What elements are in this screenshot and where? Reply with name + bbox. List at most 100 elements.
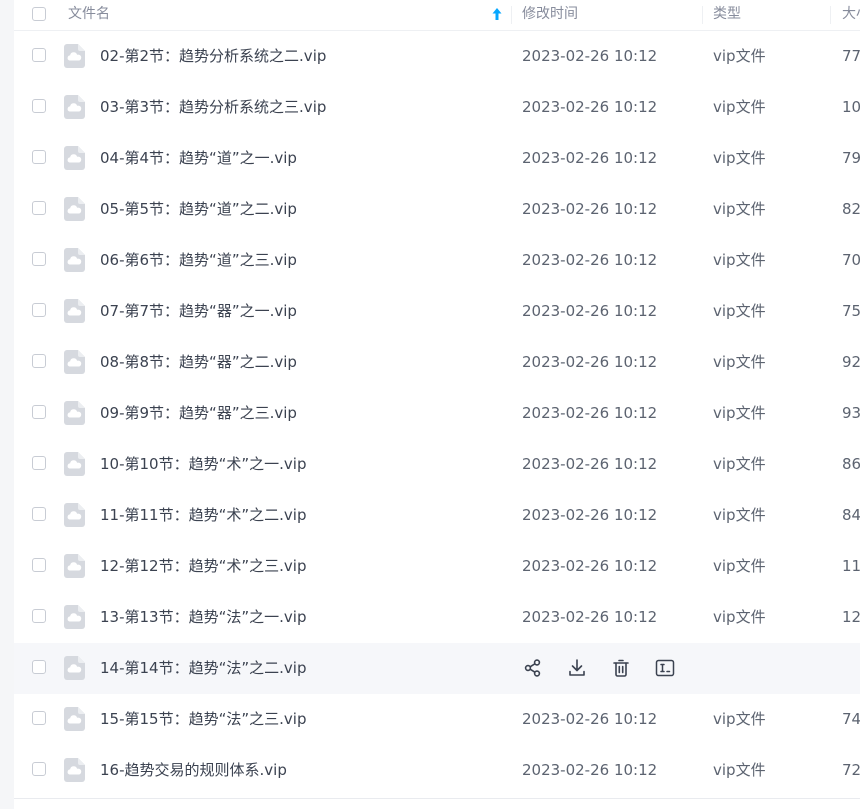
file-icon [64,401,85,425]
file-modified-time: 2023-02-26 10:12 [522,200,658,218]
column-divider[interactable] [702,6,703,24]
file-type: vip文件 [713,608,766,626]
download-icon[interactable] [566,657,588,679]
file-modified-time: 2023-02-26 10:12 [522,761,658,779]
file-type: vip文件 [713,761,766,779]
table-row[interactable]: 03-第3节：趋势分析系统之三.vip 2023-02-26 10:12 vip文件… [14,82,860,133]
row-checkbox[interactable] [32,99,46,113]
file-size: 92 [842,353,860,371]
delete-icon[interactable] [610,657,632,679]
file-rows: 02-第2节：趋势分析系统之二.vip 2023-02-26 10:12 vip文件… [14,31,860,796]
row-checkbox[interactable] [32,609,46,623]
file-name[interactable]: 06-第6节：趋势“道”之三.vip [100,235,297,286]
table-row[interactable]: 13-第13节：趋势“法”之一.vip 2023-02-26 10:12 vip文件… [14,592,860,643]
column-header-type[interactable]: 类型 [713,0,823,30]
table-row[interactable]: 07-第7节：趋势“器”之一.vip 2023-02-26 10:12 vip文件 7… [14,286,860,337]
file-name[interactable]: 14-第14节：趋势“法”之二.vip [100,643,306,694]
table-row[interactable]: 06-第6节：趋势“道”之三.vip 2023-02-26 10:12 vip文件 7… [14,235,860,286]
file-type: vip文件 [713,404,766,422]
file-icon [64,554,85,578]
row-checkbox[interactable] [32,354,46,368]
column-header-time-label: 修改时间 [522,6,578,22]
file-modified-time: 2023-02-26 10:12 [522,506,658,524]
file-name[interactable]: 07-第7节：趋势“器”之一.vip [100,286,297,337]
row-checkbox[interactable] [32,456,46,470]
column-header-name[interactable]: 文件名 [68,0,488,30]
sort-ascending-icon[interactable] [491,7,503,21]
file-type: vip文件 [713,353,766,371]
row-checkbox[interactable] [32,711,46,725]
table-row[interactable]: 08-第8节：趋势“器”之二.vip 2023-02-26 10:12 vip文件 9… [14,337,860,388]
file-name[interactable]: 13-第13节：趋势“法”之一.vip [100,592,306,643]
file-icon [64,656,85,680]
table-row[interactable]: 05-第5节：趋势“道”之二.vip 2023-02-26 10:12 vip文件 8… [14,184,860,235]
row-checkbox[interactable] [32,762,46,776]
file-type: vip文件 [713,149,766,167]
column-header-type-label: 类型 [713,6,741,22]
file-size: 74 [842,710,860,728]
file-icon [64,503,85,527]
column-divider[interactable] [830,6,831,24]
file-name[interactable]: 03-第3节：趋势分析系统之三.vip [100,82,326,133]
file-icon [64,707,85,731]
table-row[interactable]: 11-第11节：趋势“术”之二.vip 2023-02-26 10:12 vip文件… [14,490,860,541]
file-type: vip文件 [713,302,766,320]
file-list: 文件名 修改时间 类型 大小 02-第2节：趋势分析系统之二.vip 2023-0… [14,0,860,796]
row-checkbox[interactable] [32,150,46,164]
file-size: 82 [842,200,860,218]
row-checkbox[interactable] [32,252,46,266]
file-modified-time: 2023-02-26 10:12 [522,608,658,626]
list-bottom-border [14,798,860,799]
rename-icon[interactable] [654,657,676,679]
file-size: 77 [842,47,860,65]
file-size: 75 [842,302,860,320]
file-name[interactable]: 02-第2节：趋势分析系统之二.vip [100,31,326,82]
file-size: 10 [842,98,860,116]
file-modified-time: 2023-02-26 10:12 [522,557,658,575]
row-checkbox[interactable] [32,48,46,62]
row-checkbox[interactable] [32,507,46,521]
table-row[interactable]: 12-第12节：趋势“术”之三.vip 2023-02-26 10:12 vip文件… [14,541,860,592]
table-row[interactable]: 15-第15节：趋势“法”之三.vip 2023-02-26 10:12 vip文件… [14,694,860,745]
table-row[interactable]: 16-趋势交易的规则体系.vip 2023-02-26 10:12 vip文件 72 [14,745,860,796]
file-icon [64,146,85,170]
table-row[interactable]: 14-第14节：趋势“法”之二.vip [14,643,860,694]
select-all-checkbox[interactable] [32,7,46,21]
table-row[interactable]: 09-第9节：趋势“器”之三.vip 2023-02-26 10:12 vip文件 9… [14,388,860,439]
file-icon [64,350,85,374]
table-row[interactable]: 10-第10节：趋势“术”之一.vip 2023-02-26 10:12 vip文件… [14,439,860,490]
file-name[interactable]: 08-第8节：趋势“器”之二.vip [100,337,297,388]
row-checkbox[interactable] [32,660,46,674]
column-header-size[interactable]: 大小 [842,0,860,30]
file-type: vip文件 [713,47,766,65]
file-name[interactable]: 09-第9节：趋势“器”之三.vip [100,388,297,439]
file-type: vip文件 [713,251,766,269]
table-row[interactable]: 04-第4节：趋势“道”之一.vip 2023-02-26 10:12 vip文件 7… [14,133,860,184]
column-header-time[interactable]: 修改时间 [522,0,702,30]
row-checkbox[interactable] [32,558,46,572]
file-modified-time: 2023-02-26 10:12 [522,302,658,320]
file-name[interactable]: 10-第10节：趋势“术”之一.vip [100,439,306,490]
file-name[interactable]: 12-第12节：趋势“术”之三.vip [100,541,306,592]
file-icon [64,95,85,119]
left-panel-edge [0,0,14,809]
file-name[interactable]: 11-第11节：趋势“术”之二.vip [100,490,306,541]
row-checkbox[interactable] [32,405,46,419]
file-icon [64,197,85,221]
file-name[interactable]: 16-趋势交易的规则体系.vip [100,745,287,796]
file-size: 70 [842,251,860,269]
file-icon [64,452,85,476]
row-checkbox[interactable] [32,303,46,317]
file-name[interactable]: 05-第5节：趋势“道”之二.vip [100,184,297,235]
file-size: 93 [842,404,860,422]
file-type: vip文件 [713,98,766,116]
row-checkbox[interactable] [32,201,46,215]
column-divider[interactable] [511,6,512,24]
file-modified-time: 2023-02-26 10:12 [522,47,658,65]
file-modified-time: 2023-02-26 10:12 [522,353,658,371]
file-name[interactable]: 15-第15节：趋势“法”之三.vip [100,694,306,745]
file-name[interactable]: 04-第4节：趋势“道”之一.vip [100,133,297,184]
share-icon[interactable] [522,657,544,679]
table-row[interactable]: 02-第2节：趋势分析系统之二.vip 2023-02-26 10:12 vip文件… [14,31,860,82]
file-type: vip文件 [713,557,766,575]
